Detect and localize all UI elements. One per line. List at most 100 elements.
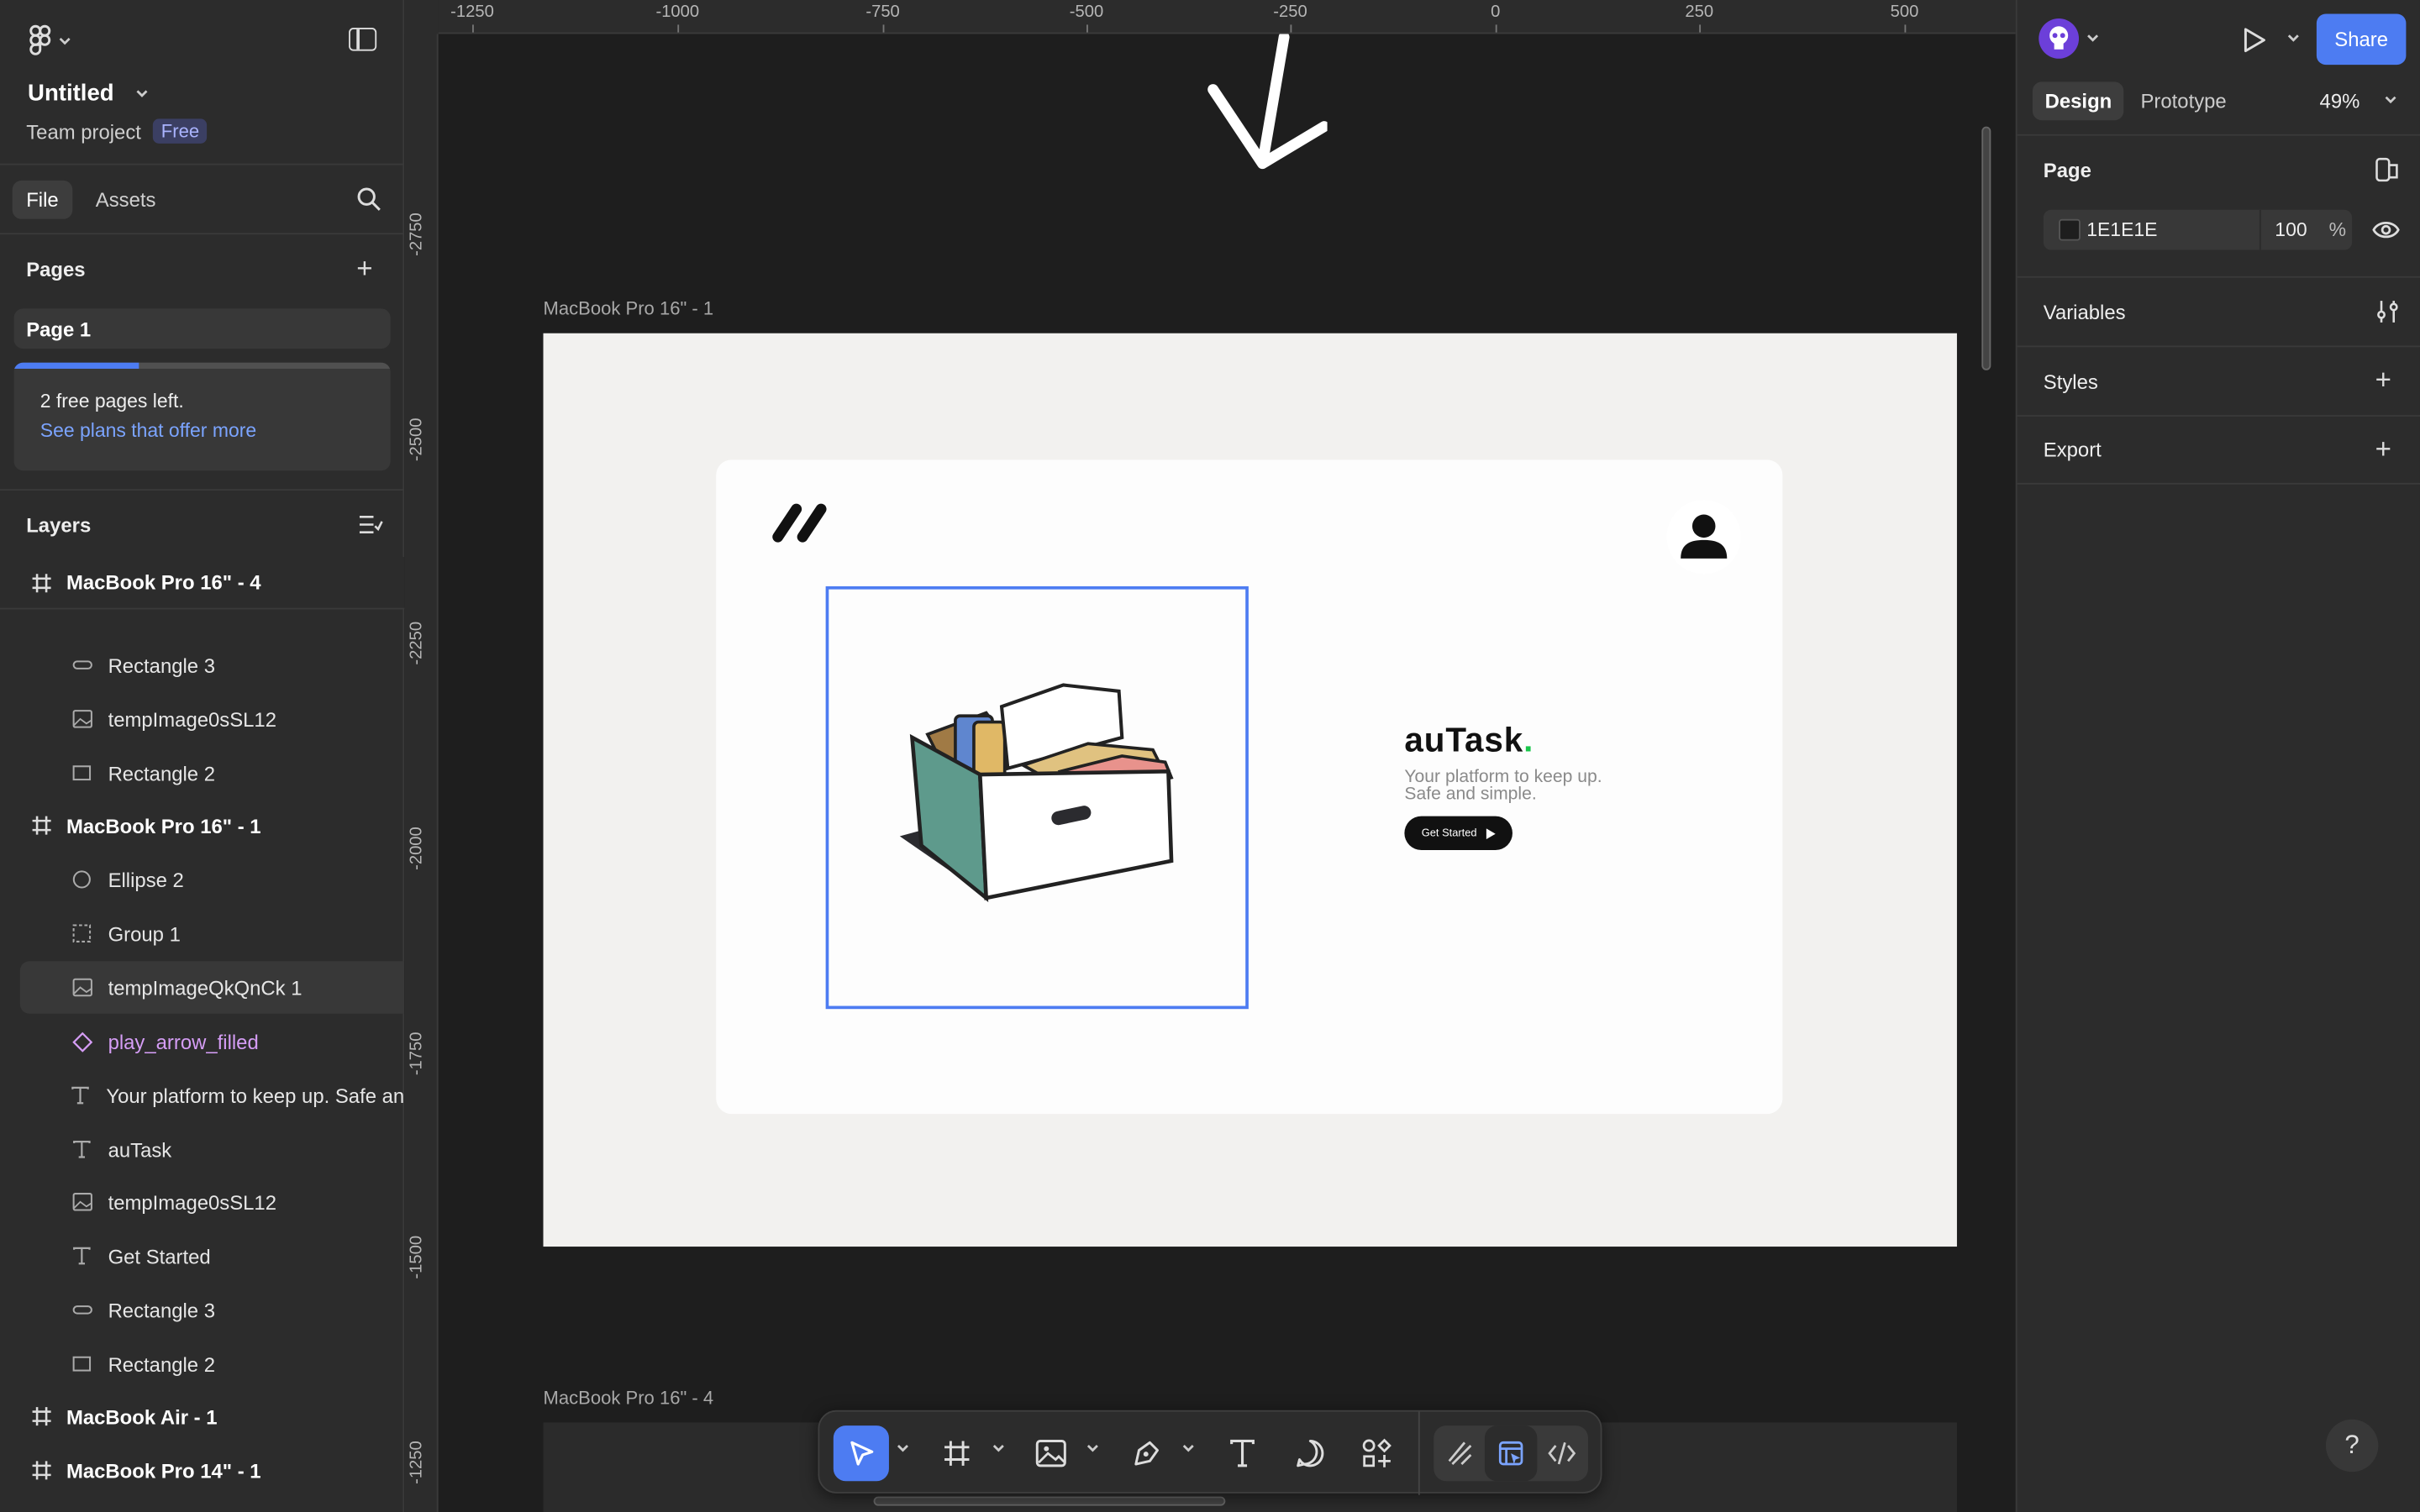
add-page-icon[interactable]: + — [356, 255, 372, 282]
page-item-1[interactable]: Page 1 — [13, 308, 391, 349]
layer-row[interactable]: tempImageQkQnCk 1 — [19, 961, 405, 1014]
image-tool-chevron-icon[interactable] — [1086, 1444, 1099, 1453]
horizontal-scrollbar[interactable] — [873, 1496, 1226, 1506]
layer-row[interactable]: Get Started — [0, 1230, 404, 1282]
pen-tool-chevron-icon[interactable] — [1182, 1444, 1195, 1453]
brand-text: auTask — [1404, 720, 1524, 759]
ruler-left-tick: -2750 — [407, 213, 426, 256]
vertical-scrollbar[interactable] — [1981, 126, 1991, 370]
background-opacity[interactable]: 100 — [2275, 219, 2307, 241]
rounded-rectangle-icon — [71, 654, 92, 676]
divider — [2017, 415, 2420, 417]
present-chevron-icon[interactable] — [2287, 34, 2300, 43]
present-play-icon[interactable] — [2243, 26, 2267, 54]
get-started-button[interactable]: Get Started — [1404, 816, 1512, 851]
selected-image-frame[interactable] — [825, 585, 1249, 1010]
main-menu-button[interactable] — [28, 24, 71, 58]
eye-icon[interactable] — [2372, 219, 2400, 241]
layers-list-icon[interactable] — [358, 514, 383, 536]
ruler-tick-mark — [1699, 24, 1702, 33]
page-background-field[interactable]: 1E1E1E 100 % — [2043, 209, 2353, 250]
tab-design[interactable]: Design — [2032, 81, 2124, 121]
comment-tool-button[interactable] — [1282, 1425, 1338, 1481]
layer-row[interactable]: tempImage0sSL12 — [0, 693, 404, 745]
text-icon — [1230, 1439, 1255, 1467]
divider — [0, 489, 405, 491]
image-layer-icon — [71, 1191, 92, 1213]
tab-file[interactable]: File — [12, 180, 73, 219]
team-project-label[interactable]: Team project — [26, 119, 141, 143]
design-mode-button[interactable] — [1484, 1425, 1538, 1482]
frame-icon — [31, 1405, 53, 1427]
title-chevron-down-icon[interactable] — [136, 90, 149, 99]
user-avatar[interactable] — [2039, 18, 2080, 59]
layer-frame-row[interactable]: MacBook Pro 14" - 1 — [0, 1444, 404, 1496]
layer-row[interactable]: Rectangle 2 — [0, 747, 404, 799]
pages-usage-bar — [13, 362, 391, 369]
layer-frame-row[interactable]: MacBook Pro 16" - 4 — [0, 557, 405, 610]
variables-section-title[interactable]: Variables — [2044, 301, 2126, 324]
variables-sliders-icon[interactable] — [2375, 299, 2400, 323]
move-tool-button[interactable] — [833, 1425, 889, 1482]
layer-row[interactable]: Group 1 — [0, 907, 404, 959]
layer-row[interactable]: Rectangle 3 — [0, 638, 404, 690]
draw-icon — [1448, 1441, 1472, 1466]
layer-row[interactable]: play_arrow_filled — [0, 1016, 404, 1068]
frame-icon — [31, 815, 53, 837]
frame-tool-button[interactable] — [929, 1425, 985, 1481]
brand-logo-icon[interactable] — [771, 503, 830, 543]
text-tool-button[interactable] — [1214, 1425, 1270, 1481]
background-swatch[interactable] — [2059, 218, 2081, 241]
frame-macbook-pro-16-1[interactable]: auTask. Your platform to keep up. Safe a… — [543, 333, 1957, 1247]
zoom-level[interactable]: 49% — [2320, 90, 2360, 113]
see-plans-link[interactable]: See plans that offer more — [40, 420, 256, 442]
layer-row[interactable]: Rectangle 2 — [0, 1337, 404, 1389]
draw-mode-button[interactable] — [1434, 1425, 1486, 1481]
frame-tool-chevron-icon[interactable] — [992, 1444, 1005, 1453]
sidebar-toggle-icon[interactable] — [349, 28, 377, 51]
export-section-title[interactable]: Export — [2044, 438, 2102, 462]
help-button[interactable]: ? — [2325, 1419, 2379, 1473]
move-tool-chevron-icon[interactable] — [897, 1444, 909, 1453]
profile-avatar[interactable] — [1666, 500, 1741, 575]
divider — [2017, 276, 2420, 278]
layer-row[interactable]: tempImage0sSL12 — [0, 1176, 404, 1228]
zoom-chevron-icon[interactable] — [2385, 96, 2397, 105]
avatar-chevron-icon[interactable] — [2086, 34, 2099, 43]
image-tool-button[interactable] — [1023, 1425, 1079, 1481]
frame-label-1[interactable]: MacBook Pro 16" - 1 — [544, 297, 714, 319]
layer-frame-row[interactable]: MacBook Pro 16" - 1 — [0, 799, 404, 851]
file-title[interactable]: Untitled — [28, 81, 114, 107]
page-styles-icon[interactable] — [2375, 157, 2400, 182]
search-icon[interactable] — [356, 186, 381, 211]
tab-assets[interactable]: Assets — [82, 181, 170, 219]
ruler-top-tick: -750 — [865, 3, 900, 22]
share-button[interactable]: Share — [2316, 13, 2407, 66]
canvas[interactable]: MacBook Pro 16" - 1 auTask. Your platfor… — [404, 0, 2016, 1512]
play-arrow-icon — [1486, 827, 1496, 839]
background-hex[interactable]: 1E1E1E — [2086, 219, 2157, 241]
ruler-left-tick: -1500 — [407, 1235, 426, 1279]
layer-row[interactable]: Rectangle 3 — [0, 1284, 404, 1336]
add-export-icon[interactable]: + — [2375, 435, 2391, 463]
layer-row[interactable]: auTask — [0, 1123, 404, 1175]
layer-row[interactable]: Your platform to keep up. Safe an — [0, 1069, 404, 1121]
styles-section-title[interactable]: Styles — [2044, 370, 2098, 394]
ruler-tick-mark — [677, 24, 680, 33]
brand-name[interactable]: auTask. — [1404, 721, 1534, 761]
mode-switcher — [1434, 1425, 1588, 1482]
layer-name: Rectangle 3 — [108, 1298, 216, 1322]
layer-row[interactable]: Ellipse 2 — [0, 853, 404, 906]
left-sidebar: Untitled Team project Free File Assets P… — [0, 0, 405, 1512]
layer-name: MacBook Pro 14" - 1 — [66, 1458, 261, 1483]
frame-label-4[interactable]: MacBook Pro 16" - 4 — [544, 1387, 714, 1409]
tagline[interactable]: Your platform to keep up. Safe and simpl… — [1404, 769, 1651, 804]
layer-name: Your platform to keep up. Safe an — [106, 1084, 405, 1107]
actions-tool-button[interactable] — [1349, 1425, 1404, 1481]
pen-tool-button[interactable] — [1119, 1425, 1175, 1481]
add-style-icon[interactable]: + — [2375, 365, 2391, 393]
tab-prototype[interactable]: Prototype — [2128, 81, 2239, 120]
hero-card[interactable]: auTask. Your platform to keep up. Safe a… — [716, 459, 1783, 1115]
layer-frame-row[interactable]: MacBook Air - 1 — [0, 1390, 404, 1442]
dev-mode-button[interactable] — [1536, 1425, 1588, 1481]
